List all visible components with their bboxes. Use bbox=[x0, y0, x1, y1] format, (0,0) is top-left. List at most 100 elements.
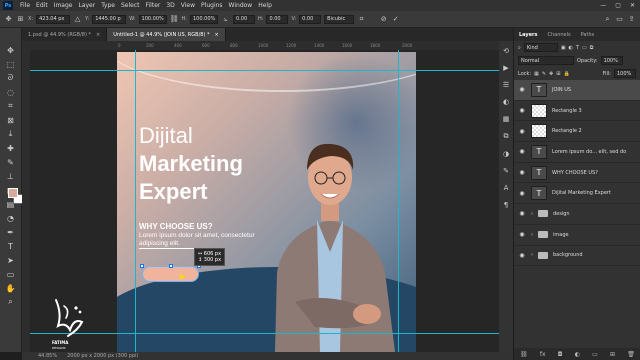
eye-icon[interactable]: ◉ bbox=[518, 128, 526, 135]
tab-paths[interactable]: Paths bbox=[576, 32, 600, 38]
layer-row[interactable]: ◉ T Dijital Marketing Expert bbox=[514, 183, 640, 205]
filter-adjust-icon[interactable]: ◐ bbox=[569, 45, 573, 51]
layer-filter-select[interactable]: Kind bbox=[523, 43, 558, 52]
close-tab-icon[interactable]: × bbox=[96, 32, 100, 38]
menu-select[interactable]: Select bbox=[118, 2, 143, 9]
eye-icon[interactable]: ◉ bbox=[518, 148, 526, 155]
transform-handle[interactable] bbox=[140, 264, 144, 268]
filter-pixel-icon[interactable]: ▣ bbox=[561, 45, 566, 51]
search-icon[interactable]: ⌕ bbox=[603, 15, 612, 24]
zoom-tool-icon[interactable]: ⌕ bbox=[4, 296, 18, 308]
share-icon[interactable]: ⇪ bbox=[627, 15, 636, 24]
commit-transform-icon[interactable]: ✓ bbox=[391, 15, 400, 24]
paragraph-icon[interactable]: ¶ bbox=[504, 201, 508, 209]
reference-point-icon[interactable]: ⊞ bbox=[16, 15, 25, 24]
type-panel-icon[interactable]: A bbox=[504, 184, 509, 192]
marquee-tool-icon[interactable]: ⬚ bbox=[4, 58, 18, 70]
layer-name[interactable]: Rectangle 2 bbox=[552, 128, 582, 134]
layer-name[interactable]: image bbox=[553, 232, 569, 238]
close-icon[interactable]: ✕ bbox=[630, 2, 635, 9]
eye-icon[interactable]: ◉ bbox=[518, 231, 526, 238]
guide-line[interactable] bbox=[135, 50, 136, 352]
layer-row[interactable]: ◉ T WHY CHOOSE US? bbox=[514, 163, 640, 184]
swatches-icon[interactable]: ▦ bbox=[503, 115, 510, 123]
angle-field[interactable]: 0.00 bbox=[233, 14, 255, 24]
adjustment-layer-icon[interactable]: ◐ bbox=[575, 351, 580, 358]
layer-name[interactable]: Dijital Marketing Expert bbox=[552, 190, 611, 196]
filter-shape-icon[interactable]: ▭ bbox=[582, 45, 587, 51]
frame-tool-icon[interactable]: ⊠ bbox=[4, 114, 18, 126]
crop-tool-icon[interactable]: ⌗ bbox=[4, 100, 18, 112]
layer-row[interactable]: ◉ T JOIN US bbox=[514, 80, 640, 101]
artboard[interactable]: Dijital Marketing Expert WHY CHOOSE US? … bbox=[117, 52, 416, 352]
menu-type[interactable]: Type bbox=[98, 2, 118, 9]
move-tool-icon[interactable]: ✥ bbox=[4, 44, 18, 56]
chevron-right-icon[interactable]: › bbox=[531, 232, 533, 238]
layer-name[interactable]: JOIN US bbox=[552, 87, 571, 93]
menu-3d[interactable]: 3D bbox=[163, 2, 177, 9]
quick-select-icon[interactable]: ◌ bbox=[4, 86, 18, 98]
layer-row[interactable]: ◉ › background bbox=[514, 246, 640, 267]
guide-line[interactable] bbox=[398, 50, 399, 352]
eye-icon[interactable]: ◉ bbox=[518, 107, 526, 114]
close-tab-icon[interactable]: × bbox=[215, 32, 219, 38]
menu-view[interactable]: View bbox=[178, 2, 198, 9]
horizontal-ruler[interactable]: 0 200 400 600 800 1000 1200 1400 1600 18… bbox=[30, 41, 513, 50]
color-icon[interactable]: ◐ bbox=[503, 98, 509, 106]
eye-icon[interactable]: ◉ bbox=[518, 86, 526, 93]
guide-line[interactable] bbox=[30, 70, 513, 71]
height-field[interactable]: 100.00% bbox=[190, 14, 218, 24]
chevron-right-icon[interactable]: › bbox=[531, 252, 533, 258]
layer-row[interactable]: ◉ Rectangle 2 bbox=[514, 121, 640, 143]
menu-filter[interactable]: Filter bbox=[143, 2, 164, 9]
delete-layer-icon[interactable]: 🗑 bbox=[627, 351, 635, 358]
width-field[interactable]: 100.00% bbox=[138, 14, 167, 24]
path-select-icon[interactable]: ➤ bbox=[4, 254, 18, 266]
tab-channels[interactable]: Channels bbox=[543, 32, 576, 38]
cancel-transform-icon[interactable]: ⊘ bbox=[379, 15, 388, 24]
layer-name[interactable]: Rectangle 3 bbox=[552, 108, 582, 114]
lock-pixels-icon[interactable]: ▦ bbox=[534, 71, 539, 77]
new-group-icon[interactable]: ▭ bbox=[592, 351, 598, 358]
fill-field[interactable]: 100% bbox=[614, 69, 636, 78]
canvas-workspace[interactable]: Dijital Marketing Expert WHY CHOOSE US? … bbox=[30, 50, 513, 352]
relative-position-icon[interactable]: △ bbox=[73, 15, 82, 24]
new-layer-icon[interactable]: ⊞ bbox=[610, 351, 615, 358]
layer-name[interactable]: Lorem ipsum do... elit, sed do bbox=[552, 149, 626, 155]
transform-handle[interactable] bbox=[169, 264, 173, 268]
eye-icon[interactable]: ◉ bbox=[518, 210, 526, 217]
interpolation-select[interactable]: Bicubic bbox=[324, 14, 355, 24]
properties-icon[interactable]: ☰ bbox=[503, 81, 509, 89]
menu-edit[interactable]: Edit bbox=[33, 2, 51, 9]
pen-tool-icon[interactable]: ✒ bbox=[4, 226, 18, 238]
menu-image[interactable]: Image bbox=[51, 2, 76, 9]
menu-help[interactable]: Help bbox=[255, 2, 275, 9]
maximize-icon[interactable]: ▢ bbox=[615, 2, 621, 9]
rectangle-tool-icon[interactable]: ▭ bbox=[4, 268, 18, 280]
eye-icon[interactable]: ◉ bbox=[518, 169, 526, 176]
tab-untitled-1[interactable]: Untitled-1 @ 44.9% (JOIN US, RGB/8) * × bbox=[107, 28, 226, 41]
opacity-field[interactable]: 100% bbox=[600, 56, 623, 65]
layer-row[interactable]: ◉ Rectangle 3 bbox=[514, 101, 640, 122]
x-field[interactable]: 423.04 px bbox=[36, 14, 71, 24]
layer-row[interactable]: ◉ › image bbox=[514, 225, 640, 246]
link-icon[interactable]: ⛓ bbox=[170, 15, 179, 24]
layer-name[interactable]: background bbox=[553, 252, 583, 258]
layer-name[interactable]: WHY CHOOSE US? bbox=[552, 170, 598, 176]
adjustments-icon[interactable]: ◑ bbox=[503, 150, 509, 158]
lock-position-icon[interactable]: ✥ bbox=[549, 71, 553, 77]
workspace-icon[interactable]: ▭ bbox=[615, 15, 624, 24]
layer-row[interactable]: ◉ › design bbox=[514, 204, 640, 225]
tab-layers[interactable]: Layers bbox=[514, 32, 543, 38]
hand-tool-icon[interactable]: ✋ bbox=[4, 282, 18, 294]
libraries-icon[interactable]: ⧉ bbox=[504, 132, 509, 141]
filter-type-icon[interactable]: T bbox=[576, 45, 579, 51]
blend-mode-select[interactable]: Normal bbox=[518, 56, 574, 65]
blur-tool-icon[interactable]: ◔ bbox=[4, 212, 18, 224]
menu-layer[interactable]: Layer bbox=[75, 2, 98, 9]
clone-stamp-icon[interactable]: ⊥ bbox=[4, 170, 18, 182]
eyedropper-icon[interactable]: ⤓ bbox=[4, 128, 18, 140]
mask-icon[interactable]: ◘ bbox=[558, 351, 563, 358]
foreground-color-swatch[interactable] bbox=[8, 188, 18, 198]
healing-brush-icon[interactable]: ✚ bbox=[4, 142, 18, 154]
